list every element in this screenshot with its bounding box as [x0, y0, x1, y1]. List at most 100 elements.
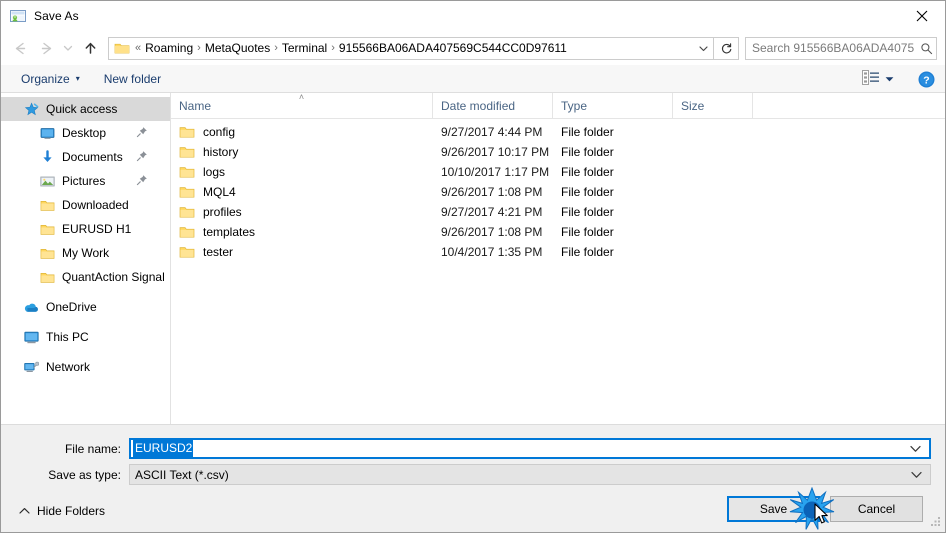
table-row[interactable]: profiles 9/27/2017 4:21 PM File folder [171, 202, 945, 222]
sidebar-item-eurusd-h1[interactable]: EURUSD H1 [1, 217, 170, 241]
file-list-pane: ˄ Name Date modified Type Size config 9/… [171, 93, 945, 424]
chevron-down-icon [885, 72, 894, 86]
sort-ascending-caret-icon: ˄ [298, 92, 305, 102]
sidebar-item-documents[interactable]: Documents [1, 145, 170, 169]
pin-icon[interactable] [136, 150, 148, 162]
file-type: File folder [561, 205, 614, 219]
table-row[interactable]: templates 9/26/2017 1:08 PM File folder [171, 222, 945, 242]
star-pin-icon [23, 101, 39, 117]
column-header-size[interactable]: Size [673, 93, 753, 118]
window-title: Save As [34, 9, 79, 23]
sidebar-item-my-work[interactable]: My Work [1, 241, 170, 265]
folder-icon [39, 221, 55, 237]
file-name: logs [203, 165, 226, 179]
save-as-type-select[interactable]: ASCII Text (*.csv) [129, 464, 931, 485]
file-date-modified: 10/10/2017 1:17 PM [441, 165, 550, 179]
sidebar-item-quick-access[interactable]: Quick access [1, 97, 170, 121]
sidebar-item-desktop[interactable]: Desktop [1, 121, 170, 145]
folder-icon [179, 184, 195, 200]
chevron-down-icon[interactable] [911, 465, 922, 484]
save-as-dialog: Save As « Roaming › MetaQuotes › Termina… [0, 0, 946, 533]
file-name: history [203, 145, 239, 159]
sidebar-item-label: This PC [46, 330, 89, 344]
column-header-label: Name [179, 98, 212, 113]
table-row[interactable]: MQL4 9/26/2017 1:08 PM File folder [171, 182, 945, 202]
file-name: tester [203, 245, 234, 259]
hide-folders-button[interactable]: Hide Folders [15, 500, 109, 522]
sidebar-item-network[interactable]: Network [1, 355, 170, 379]
new-folder-label: New folder [103, 71, 162, 86]
file-type: File folder [561, 185, 614, 199]
desktop-icon [39, 125, 55, 141]
search-input[interactable] [746, 41, 916, 55]
file-name-input[interactable]: EURUSD2 [129, 438, 931, 459]
save-button[interactable]: Save [727, 496, 820, 522]
sidebar-item-pictures[interactable]: Pictures [1, 169, 170, 193]
column-header-row: ˄ Name Date modified Type Size [171, 93, 945, 119]
file-date-modified: 9/27/2017 4:21 PM [441, 205, 543, 219]
pin-icon[interactable] [136, 126, 148, 138]
column-header-label: Size [681, 98, 705, 113]
pin-icon[interactable] [136, 174, 148, 186]
cancel-button[interactable]: Cancel [830, 496, 923, 522]
column-header-type[interactable]: Type [553, 93, 673, 118]
resize-grip[interactable] [929, 516, 942, 529]
column-header-date-modified[interactable]: Date modified [433, 93, 553, 118]
sidebar-item-label: Pictures [62, 174, 106, 188]
save-as-type-value: ASCII Text (*.csv) [135, 467, 229, 482]
address-bar[interactable]: « Roaming › MetaQuotes › Terminal › 9155… [108, 36, 714, 60]
sidebar-item-onedrive[interactable]: OneDrive [1, 295, 170, 319]
file-name-value: EURUSD2 [133, 440, 194, 457]
folder-icon [179, 164, 195, 180]
save-as-type-row: Save as type: ASCII Text (*.csv) [1, 464, 945, 485]
file-type: File folder [561, 225, 614, 239]
back-button[interactable] [7, 35, 33, 61]
title-bar: Save As [1, 1, 945, 31]
onedrive-cloud-icon [23, 299, 39, 315]
organize-button[interactable]: Organize ▾ [15, 69, 86, 89]
breadcrumb-item-terminal[interactable]: Terminal [279, 40, 330, 56]
footer-buttons: Save Cancel [727, 496, 923, 522]
navigation-bar: « Roaming › MetaQuotes › Terminal › 9155… [1, 31, 945, 65]
file-name: config [203, 125, 236, 139]
breadcrumb-item-roaming[interactable]: Roaming [142, 40, 196, 56]
folder-icon [179, 224, 195, 240]
sidebar-item-label: Downloaded [62, 198, 129, 212]
chevron-down-icon[interactable] [910, 440, 921, 457]
table-row[interactable]: logs 10/10/2017 1:17 PM File folder [171, 162, 945, 182]
sidebar-item-label: Documents [62, 150, 123, 164]
recent-locations-chevron-down-icon[interactable] [59, 35, 77, 61]
table-row[interactable]: history 9/26/2017 10:17 PM File folder [171, 142, 945, 162]
sidebar-item-quantaction-signal[interactable]: QuantAction Signal [1, 265, 170, 289]
folder-icon [179, 144, 195, 160]
file-type: File folder [561, 145, 614, 159]
organize-label: Organize [21, 71, 70, 86]
column-header-label: Date modified [441, 98, 516, 113]
file-name: profiles [203, 205, 242, 219]
chevron-down-icon: ▾ [75, 73, 80, 83]
sidebar-item-label: My Work [62, 246, 110, 260]
file-date-modified: 9/26/2017 10:17 PM [441, 145, 550, 159]
folder-icon [179, 244, 195, 260]
refresh-icon[interactable] [714, 36, 739, 60]
network-icon [23, 359, 39, 375]
save-button-label: Save [759, 502, 788, 516]
table-row[interactable]: config 9/27/2017 4:44 PM File folder [171, 122, 945, 142]
help-button[interactable]: ? [918, 71, 935, 88]
forward-button[interactable] [33, 35, 59, 61]
column-header-name[interactable]: ˄ Name [171, 93, 433, 118]
breadcrumb-item-metaquotes[interactable]: MetaQuotes [202, 40, 273, 56]
change-view-button[interactable] [858, 68, 898, 90]
address-chevron-down-icon[interactable] [694, 38, 713, 59]
up-one-level-button[interactable] [77, 35, 103, 61]
table-row[interactable]: tester 10/4/2017 1:35 PM File folder [171, 242, 945, 262]
search-box[interactable] [745, 36, 937, 60]
sidebar-item-label: Network [46, 360, 91, 374]
breadcrumb-overflow-marker[interactable]: « [134, 42, 142, 54]
file-date-modified: 9/27/2017 4:44 PM [441, 125, 543, 139]
close-icon[interactable] [899, 1, 945, 31]
new-folder-button[interactable]: New folder [98, 69, 167, 89]
breadcrumb-item-terminal-id[interactable]: 915566BA06ADA407569C544CC0D97611 [336, 40, 570, 56]
sidebar-item-downloaded[interactable]: Downloaded [1, 193, 170, 217]
sidebar-item-this-pc[interactable]: This PC [1, 325, 170, 349]
